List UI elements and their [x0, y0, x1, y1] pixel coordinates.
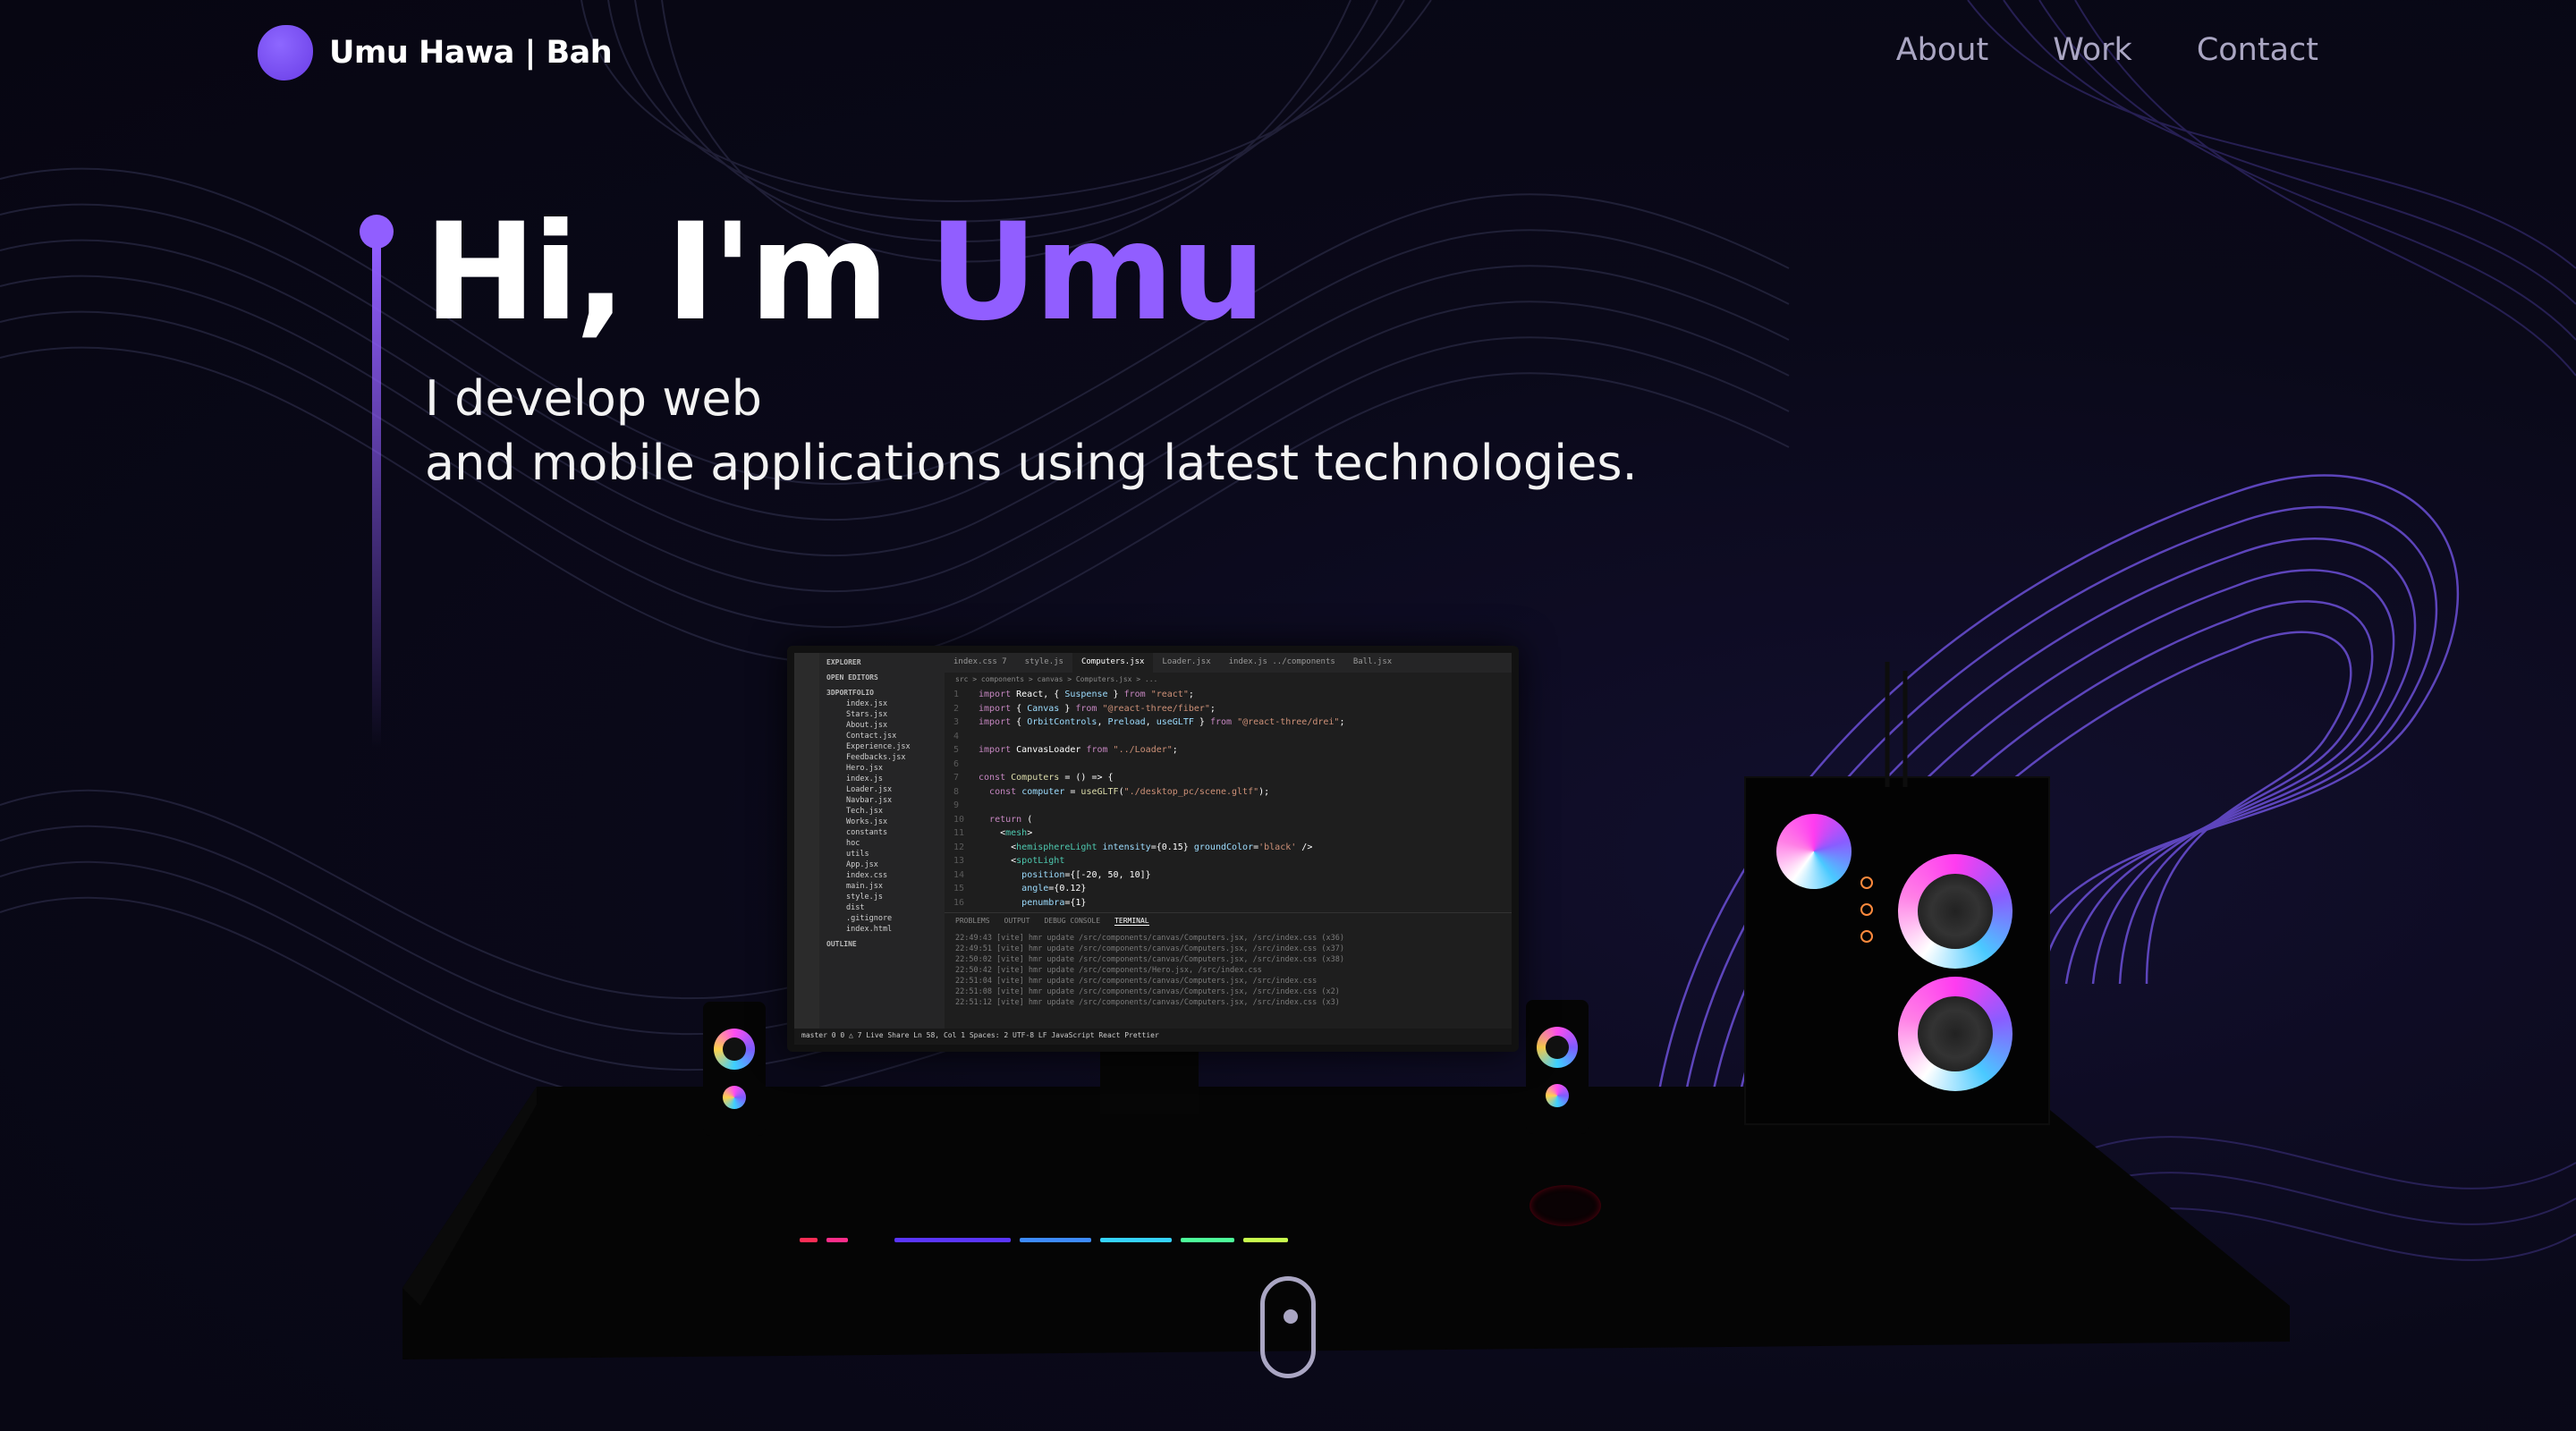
right-speaker	[1526, 1000, 1589, 1134]
file-item: index.jsx	[846, 699, 888, 708]
key-light	[800, 1238, 818, 1242]
key-light	[894, 1238, 1011, 1242]
panel-tab-terminal: TERMINAL	[1114, 917, 1149, 926]
pc-fan-bottom	[1898, 977, 2012, 1091]
pc-fan-left	[1776, 814, 1852, 889]
project-name: 3DPORTFOLIO	[826, 689, 874, 697]
mouse-scroll-icon[interactable]	[1260, 1276, 1316, 1378]
left-speaker	[703, 1002, 766, 1136]
monitor: EXPLORER OPEN EDITORS 3DPORTFOLIO index.…	[787, 646, 1519, 1052]
file-item: .gitignore	[846, 914, 893, 923]
file-item: index.css	[846, 871, 888, 880]
folder-item: utils	[846, 850, 869, 859]
file-item: index.js	[846, 775, 883, 783]
terminal-line: 22:51:04 [vite] hmr update /src/componen…	[955, 977, 1318, 986]
editor-tab: Ball.jsx	[1352, 657, 1393, 666]
file-item: Works.jsx	[846, 817, 888, 826]
fan-hub-icon	[1918, 996, 1993, 1071]
editor-tab: index.js ../components	[1228, 657, 1335, 666]
file-item: Feedbacks.jsx	[846, 753, 906, 762]
terminal-line: 22:51:08 [vite] hmr update /src/componen…	[955, 987, 1340, 996]
file-item: Navbar.jsx	[846, 796, 893, 805]
file-item: Experience.jsx	[846, 742, 911, 751]
terminal-line: 22:49:51 [vite] hmr update /src/componen…	[955, 944, 1344, 953]
key-light	[1243, 1238, 1288, 1242]
pc-tower	[1744, 776, 2050, 1125]
code-content: 1 import React, { Suspense } from "react"…	[953, 690, 1345, 908]
file-item: App.jsx	[846, 860, 878, 869]
pc-fan-top	[1898, 854, 2012, 969]
left-speaker-ring-bottom	[723, 1086, 746, 1109]
terminal-output: 22:49:43 [vite] hmr update /src/componen…	[945, 929, 1512, 1012]
folder-item: constants	[846, 828, 888, 837]
terminal-line: 22:50:42 [vite] hmr update /src/componen…	[955, 966, 1262, 975]
explorer-panel: EXPLORER OPEN EDITORS 3DPORTFOLIO index.…	[819, 653, 945, 1029]
panel-tab-output: OUTPUT	[1004, 917, 1030, 925]
monitor-stand	[1100, 1052, 1199, 1114]
file-item: Stars.jsx	[846, 710, 888, 719]
terminal-line: 22:49:43 [vite] hmr update /src/componen…	[955, 934, 1344, 943]
editor-breadcrumb: src > components > canvas > Computers.js…	[955, 675, 1158, 683]
hero-page: Umu Hawa | Bah About Work Contact Hi, I'…	[0, 0, 2576, 1431]
editor-tab: index.css 7	[953, 657, 1007, 666]
scroll-dot	[1284, 1309, 1298, 1324]
code-editor: index.css 7 style.js Computers.jsx Loade…	[945, 653, 1512, 912]
terminal-line: 22:51:12 [vite] hmr update /src/componen…	[955, 998, 1340, 1007]
pc-led	[1860, 930, 1873, 943]
file-item: main.jsx	[846, 882, 883, 891]
activity-bar	[794, 653, 819, 1029]
key-light	[826, 1238, 848, 1242]
desk-scene[interactable]: EXPLORER OPEN EDITORS 3DPORTFOLIO index.…	[0, 0, 2576, 1431]
key-light	[1100, 1238, 1172, 1242]
terminal-line: 22:50:02 [vite] hmr update /src/componen…	[955, 955, 1344, 964]
folder-item: dist	[846, 903, 865, 912]
right-speaker-ring-bottom	[1546, 1084, 1569, 1107]
editor-tab-active: Computers.jsx	[1072, 653, 1154, 673]
keyboard	[796, 1172, 1297, 1242]
key-light	[1020, 1238, 1091, 1242]
pc-antenna	[1885, 662, 1908, 787]
folder-item: hoc	[846, 839, 860, 848]
file-item: Contact.jsx	[846, 732, 897, 741]
explorer-title: EXPLORER	[826, 658, 861, 666]
left-speaker-ring-inner	[723, 1037, 746, 1061]
editor-tab: style.js	[1024, 657, 1063, 666]
vscode-screen: EXPLORER OPEN EDITORS 3DPORTFOLIO index.…	[794, 653, 1512, 1045]
file-item: About.jsx	[846, 721, 888, 730]
panel-tab-debug: DEBUG CONSOLE	[1044, 917, 1101, 925]
panel-tabs: PROBLEMS OUTPUT DEBUG CONSOLE TERMINAL	[945, 913, 1512, 929]
fan-hub-icon	[1918, 874, 1993, 949]
panel-tab-problems: PROBLEMS	[955, 917, 990, 925]
status-bar: master 0 0 △ 7 Live Share Ln 58, Col 1 S…	[794, 1029, 1512, 1045]
editor-tab: Loader.jsx	[1162, 657, 1211, 666]
key-light	[1181, 1238, 1234, 1242]
desk-mouse	[1530, 1185, 1601, 1226]
file-item: Loader.jsx	[846, 785, 893, 794]
outline-title: OUTLINE	[826, 940, 857, 948]
file-item: Tech.jsx	[846, 807, 883, 816]
editor-tabs: index.css 7 style.js Computers.jsx Loade…	[945, 653, 1512, 673]
file-item: style.js	[846, 893, 883, 902]
terminal-panel: PROBLEMS OUTPUT DEBUG CONSOLE TERMINAL 2…	[945, 912, 1512, 1029]
pc-led	[1860, 903, 1873, 916]
file-item: Hero.jsx	[846, 764, 883, 773]
file-item: index.html	[846, 925, 893, 934]
pc-led	[1860, 876, 1873, 889]
right-speaker-ring-inner	[1546, 1036, 1569, 1059]
open-editors: OPEN EDITORS	[826, 673, 878, 682]
